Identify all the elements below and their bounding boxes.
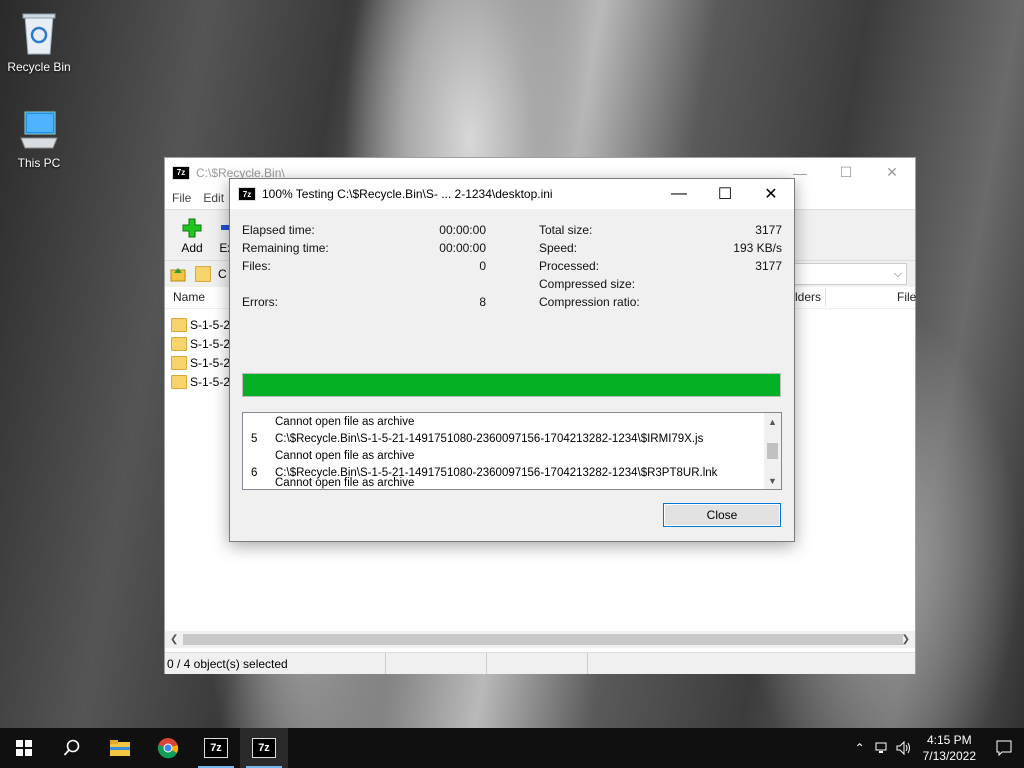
folder-icon [171, 317, 187, 332]
up-folder-icon[interactable] [169, 265, 187, 283]
close-window-button[interactable]: ✕ [869, 158, 915, 187]
column-files[interactable]: File [897, 290, 916, 304]
address-text[interactable]: C [218, 267, 227, 281]
column-divider [825, 288, 826, 306]
desktop-icon-this-pc[interactable]: This PC [3, 108, 75, 170]
folder-icon [171, 336, 187, 351]
7zip-icon: 7z [252, 738, 276, 758]
desktop-icon-label: Recycle Bin [7, 60, 71, 74]
log-text: C:\$Recycle.Bin\S-1-5-21-1491751080-2360… [275, 432, 704, 445]
scroll-right-icon[interactable]: ❯ [902, 634, 910, 645]
taskbar-file-explorer[interactable] [96, 728, 144, 768]
status-segment [386, 653, 487, 674]
column-name[interactable]: Name [173, 290, 205, 304]
dialog-title-bar: 7z 100% Testing C:\$Recycle.Bin\S- ... 2… [230, 179, 794, 209]
close-dialog-button[interactable]: ✕ [748, 180, 794, 209]
status-text: 0 / 4 object(s) selected [167, 656, 288, 671]
remaining-time-label: Remaining time: [242, 241, 329, 255]
scroll-down-icon[interactable]: ▼ [764, 472, 781, 489]
taskbar: 7z 7z ⌃ 4:15 PM 7/13/2022 [0, 728, 1024, 768]
log-text: Cannot open file as archive [275, 415, 415, 428]
clock-date: 7/13/2022 [922, 749, 976, 763]
system-tray: ⌃ 4:15 PM 7/13/2022 [849, 728, 1024, 768]
errors-value: 8 [479, 295, 486, 309]
log-text: Cannot open file as archive [275, 449, 415, 462]
close-button[interactable]: Close [663, 503, 781, 527]
network-glyph [875, 742, 887, 753]
progress-fill [243, 374, 780, 396]
7zip-app-icon: 7z [238, 187, 256, 201]
menu-file[interactable]: File [172, 191, 191, 205]
status-segment [487, 653, 588, 674]
scroll-left-icon[interactable]: ❮ [170, 634, 178, 645]
search-button[interactable] [48, 728, 96, 768]
compression-ratio-label: Compression ratio: [539, 295, 640, 309]
progress-bar [242, 373, 781, 397]
folder-icon [171, 355, 187, 370]
horizontal-scrollbar[interactable]: ❮ ❯ [165, 631, 915, 648]
network-icon[interactable] [871, 741, 893, 755]
desktop-icon-label: This PC [17, 156, 61, 170]
plus-icon [182, 218, 202, 238]
scroll-thumb[interactable] [183, 634, 903, 645]
speed-value: 193 KB/s [733, 241, 782, 255]
scroll-up-icon[interactable]: ▲ [764, 413, 781, 430]
files-value: 0 [479, 259, 486, 273]
file-explorer-icon [110, 740, 130, 756]
files-label: Files: [242, 259, 271, 273]
processed-label: Processed: [539, 259, 600, 273]
start-button[interactable] [0, 728, 48, 768]
7zip-icon: 7z [204, 738, 228, 758]
processed-value: 3177 [755, 259, 782, 273]
testing-progress-dialog: 7z 100% Testing C:\$Recycle.Bin\S- ... 2… [229, 178, 795, 542]
errors-label: Errors: [242, 295, 278, 309]
log-number: 5 [251, 432, 258, 445]
clock[interactable]: 4:15 PM 7/13/2022 [915, 732, 984, 764]
log-line: Cannot open file as archive [243, 447, 781, 464]
maximize-button[interactable]: ☐ [823, 158, 869, 187]
column-folders[interactable]: lders [795, 290, 821, 304]
speed-label: Speed: [539, 241, 578, 255]
error-log: Cannot open file as archive 5 C:\$Recycle… [242, 412, 782, 490]
elapsed-time-label: Elapsed time: [242, 223, 315, 237]
windows-logo-icon [16, 740, 32, 756]
chevron-down-icon: ⌵ [893, 267, 902, 280]
menu-edit[interactable]: Edit [203, 191, 224, 205]
chevron-up-icon[interactable]: ⌃ [849, 741, 871, 755]
vertical-scrollbar[interactable]: ▲ ▼ [764, 413, 781, 489]
taskbar-7zip-progress[interactable]: 7z [240, 728, 288, 768]
taskbar-7zip-filemanager[interactable]: 7z [192, 728, 240, 768]
minimize-button[interactable]: — [656, 180, 702, 209]
total-size-value: 3177 [755, 223, 782, 237]
folder-icon [195, 266, 211, 282]
dialog-title: 100% Testing C:\$Recycle.Bin\S- ... 2-12… [262, 187, 553, 201]
scroll-thumb[interactable] [767, 443, 778, 459]
compressed-size-label: Compressed size: [539, 277, 636, 291]
folder-icon [171, 374, 187, 389]
chrome-icon [158, 738, 179, 759]
status-bar: 0 / 4 object(s) selected [165, 652, 915, 674]
log-line: Cannot open file as archive [243, 413, 781, 430]
add-button[interactable]: Add [173, 217, 211, 260]
log-text: Cannot open file as archive [275, 476, 415, 489]
notification-button[interactable] [984, 740, 1024, 756]
add-label: Add [181, 241, 203, 255]
recycle-bin-icon [22, 13, 56, 55]
notification-icon [996, 740, 1012, 756]
desktop-icon-recycle-bin[interactable]: Recycle Bin [3, 8, 75, 74]
computer-icon [20, 111, 58, 149]
maximize-button[interactable]: ☐ [702, 180, 748, 209]
elapsed-time-value: 00:00:00 [439, 223, 486, 237]
search-icon [63, 739, 80, 756]
log-number: 6 [251, 466, 258, 479]
volume-icon[interactable] [893, 741, 915, 755]
log-line: 5 C:\$Recycle.Bin\S-1-5-21-1491751080-236… [243, 430, 781, 447]
7zip-app-icon: 7z [172, 165, 190, 180]
taskbar-chrome[interactable] [144, 728, 192, 768]
volume-glyph [896, 741, 910, 755]
remaining-time-value: 00:00:00 [439, 241, 486, 255]
total-size-label: Total size: [539, 223, 593, 237]
status-selection: 0 / 4 object(s) selected [167, 653, 386, 674]
clock-time: 4:15 PM [926, 733, 972, 747]
